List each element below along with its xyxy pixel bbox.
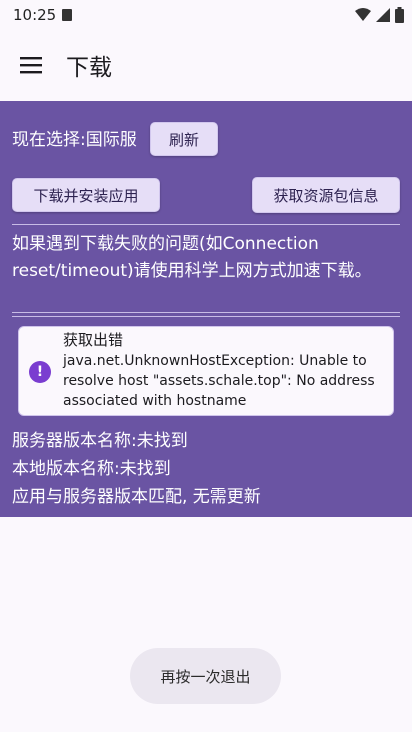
divider — [12, 224, 400, 225]
wifi-icon — [355, 8, 371, 21]
error-title: 获取出错 — [63, 331, 124, 349]
server-row: 现在选择:国际服 — [12, 125, 137, 150]
status-time: 10:25 — [13, 6, 57, 24]
battery-icon — [395, 7, 404, 23]
alert-icon: ! — [29, 361, 51, 383]
local-version: 本地版本名称:未找到 — [12, 459, 171, 479]
app-bar: 下载 — [0, 30, 412, 100]
divider — [12, 316, 400, 317]
menu-button[interactable] — [14, 48, 48, 82]
divider — [12, 312, 400, 313]
status-icons — [355, 7, 404, 23]
page-title: 下载 — [66, 55, 112, 81]
get-resource-info-button[interactable]: 获取资源包信息 — [252, 177, 400, 213]
server-label: 现在选择:国际服 — [12, 130, 137, 150]
error-message: java.net.UnknownHostException: Unable to… — [63, 353, 375, 409]
signal-icon — [376, 8, 390, 22]
exit-toast: 再按一次退出 — [130, 648, 281, 704]
version-match-status: 应用与服务器版本匹配, 无需更新 — [12, 487, 261, 507]
download-install-button[interactable]: 下载并安装应用 — [12, 178, 160, 212]
download-panel: 现在选择:国际服 刷新 下载并安装应用 获取资源包信息 如果遇到下载失败的问题(… — [0, 101, 412, 517]
status-bar: 10:25 — [0, 0, 412, 30]
download-notice: 如果遇到下载失败的问题(如Connection reset/timeout)请使… — [12, 234, 372, 281]
server-version: 服务器版本名称:未找到 — [12, 431, 188, 451]
error-card: ! 获取出错 java.net.UnknownHostException: Un… — [18, 326, 394, 416]
menu-icon — [20, 57, 42, 74]
refresh-button[interactable]: 刷新 — [150, 122, 218, 156]
sim-card-icon — [62, 9, 72, 21]
